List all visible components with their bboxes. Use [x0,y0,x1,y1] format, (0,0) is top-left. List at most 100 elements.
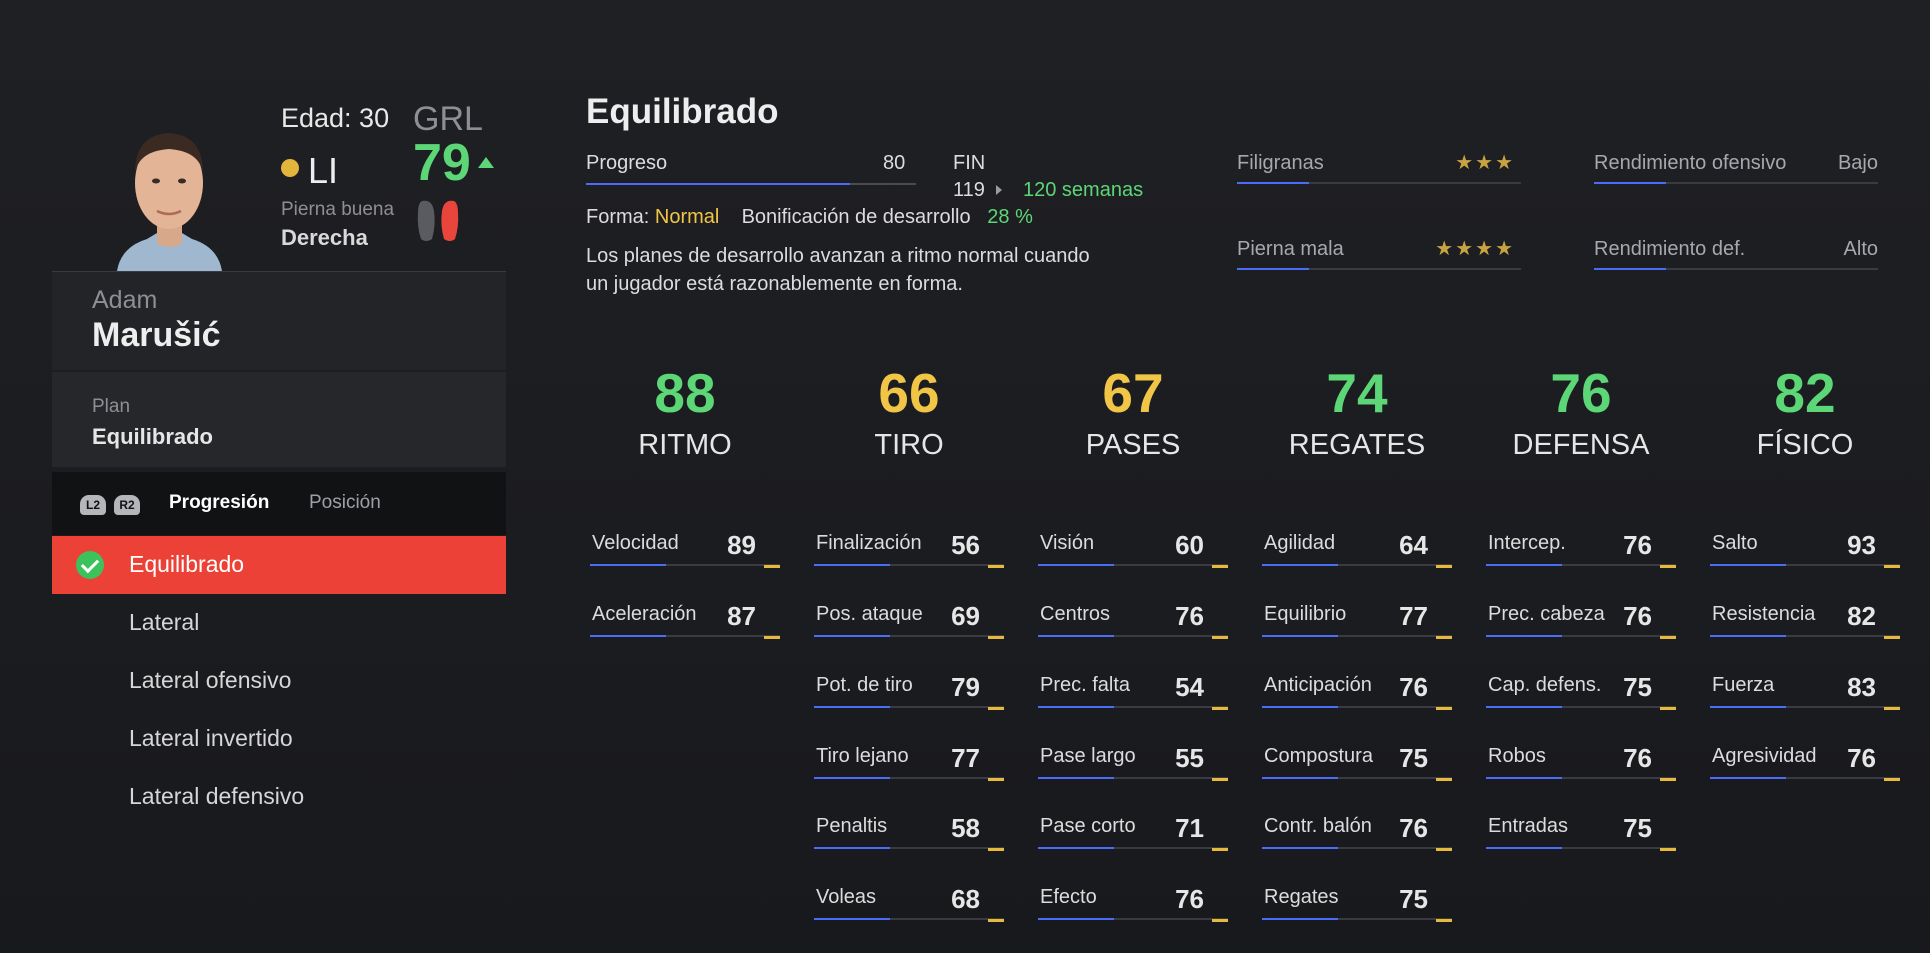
category-name: FÍSICO [1756,429,1854,461]
category-3: 74 REGATES [1245,363,1469,462]
stat-progress-bar [814,777,1004,779]
stat-label: Pos. ataque [816,603,923,625]
stat-value: 89 [727,530,756,560]
trait-weak-foot: Pierna mala ★★★★ [1237,238,1521,278]
tab-posicion[interactable]: Posición [309,492,381,514]
stat-value: 71 [1175,813,1204,843]
stat-row[interactable]: Robos 76 [1486,743,1676,793]
stat-value: 69 [951,601,980,631]
stat-change-marker-icon [1660,707,1676,710]
plan-item-lateral-invertido[interactable]: Lateral invertido [52,710,506,768]
stat-value: 55 [1175,743,1204,773]
stat-progress-fill [1486,847,1562,849]
stat-progress-bar [1710,777,1900,779]
category-value: 74 [1326,362,1388,424]
stat-row[interactable]: Equilibrio 77 [1262,601,1452,651]
stat-label: Voleas [816,886,877,908]
stat-progress-bar [1262,706,1452,708]
stat-value: 75 [1623,813,1652,843]
plan-item-lateral[interactable]: Lateral [52,594,506,652]
stat-row[interactable]: Regates 75 [1262,884,1452,934]
stat-row[interactable]: Prec. cabeza 76 [1486,601,1676,651]
check-icon [76,551,104,579]
category-name: REGATES [1288,429,1426,461]
stat-change-marker-icon [1436,919,1452,922]
category-value: 66 [878,362,940,424]
stat-label: Regates [1264,886,1339,908]
stat-row[interactable]: Agilidad 64 [1262,530,1452,580]
stat-row[interactable]: Visión 60 [1038,530,1228,580]
plan-item-label: Equilibrado [129,551,245,577]
stat-change-marker-icon [1436,848,1452,851]
stat-progress-bar [814,564,1004,566]
stat-progress-fill [1710,635,1786,637]
stat-label: Equilibrio [1264,603,1347,625]
stat-row[interactable]: Tiro lejano 77 [814,743,1004,793]
plan-item-lateral-defensivo[interactable]: Lateral defensivo [52,768,506,826]
stat-row[interactable]: Velocidad 89 [590,530,780,580]
stat-row[interactable]: Pos. ataque 69 [814,601,1004,651]
stat-row[interactable]: Salto 93 [1710,530,1900,580]
stat-row[interactable]: Anticipación 76 [1262,672,1452,722]
trait-label: Filigranas [1237,152,1324,174]
stat-row[interactable]: Pot. de tiro 79 [814,672,1004,722]
stat-row[interactable]: Pase corto 71 [1038,813,1228,863]
stat-progress-fill [1038,918,1114,920]
stat-row[interactable]: Contr. balón 76 [1262,813,1452,863]
stat-change-marker-icon [1212,636,1228,639]
stat-value: 76 [1623,743,1652,773]
stat-change-marker-icon [1436,636,1452,639]
stat-row[interactable]: Intercep. 76 [1486,530,1676,580]
stat-progress-fill [1486,777,1562,779]
bonus-value: 28 % [987,206,1033,228]
position-label: LI [308,150,339,191]
stat-row[interactable]: Cap. defens. 75 [1486,672,1676,722]
stat-row[interactable]: Centros 76 [1038,601,1228,651]
stat-row[interactable]: Pase largo 55 [1038,743,1228,793]
player-name: Adam Marušić [52,272,506,370]
stat-row[interactable]: Aceleración 87 [590,601,780,651]
category-value: 67 [1102,362,1164,424]
stat-value: 83 [1847,672,1876,702]
stat-progress-fill [1486,706,1562,708]
stat-progress-fill [1486,635,1562,637]
stat-change-marker-icon [1660,848,1676,851]
stat-progress-bar [1710,564,1900,566]
stat-row[interactable]: Efecto 76 [1038,884,1228,934]
stat-row[interactable]: Prec. falta 54 [1038,672,1228,722]
stat-label: Centros [1040,603,1111,625]
stat-progress-bar [1038,777,1228,779]
stat-label: Efecto [1040,886,1097,908]
plan-item-equilibrado[interactable]: Equilibrado [52,536,506,594]
stat-value: 60 [1175,530,1204,560]
stat-progress-bar [1486,635,1676,637]
plan-description: Los planes de desarrollo avanzan a ritmo… [586,245,1090,295]
stat-label: Robos [1488,745,1546,767]
stat-change-marker-icon [1884,707,1900,710]
stat-value: 54 [1175,672,1204,702]
stat-row[interactable]: Entradas 75 [1486,813,1676,863]
stat-row[interactable]: Resistencia 82 [1710,601,1900,651]
stat-value: 87 [727,601,756,631]
r2-button-icon[interactable]: R2 [114,495,140,515]
stat-progress-bar [1710,635,1900,637]
stat-label: Aceleración [592,603,697,625]
stat-label: Pase corto [1040,815,1136,837]
trait-skill-moves: Filigranas ★★★ [1237,152,1521,192]
stat-progress-bar [1038,847,1228,849]
stat-row[interactable]: Voleas 68 [814,884,1004,934]
plan-item-lateral-ofensivo[interactable]: Lateral ofensivo [52,652,506,710]
l2-button-icon[interactable]: L2 [80,495,106,515]
stat-row[interactable]: Penaltis 58 [814,813,1004,863]
bonus-label: Bonificación de desarrollo [741,206,971,228]
stat-row[interactable]: Fuerza 83 [1710,672,1900,722]
tab-progresion[interactable]: Progresión [169,492,269,514]
stat-row[interactable]: Finalización 56 [814,530,1004,580]
stat-row[interactable]: Compostura 75 [1262,743,1452,793]
stat-row[interactable]: Agresividad 76 [1710,743,1900,793]
stat-label: Agilidad [1264,532,1336,554]
stat-label: Contr. balón [1264,815,1372,837]
plan-title: Equilibrado [586,92,779,131]
stat-progress-bar [814,847,1004,849]
form-value: Normal [654,206,720,228]
